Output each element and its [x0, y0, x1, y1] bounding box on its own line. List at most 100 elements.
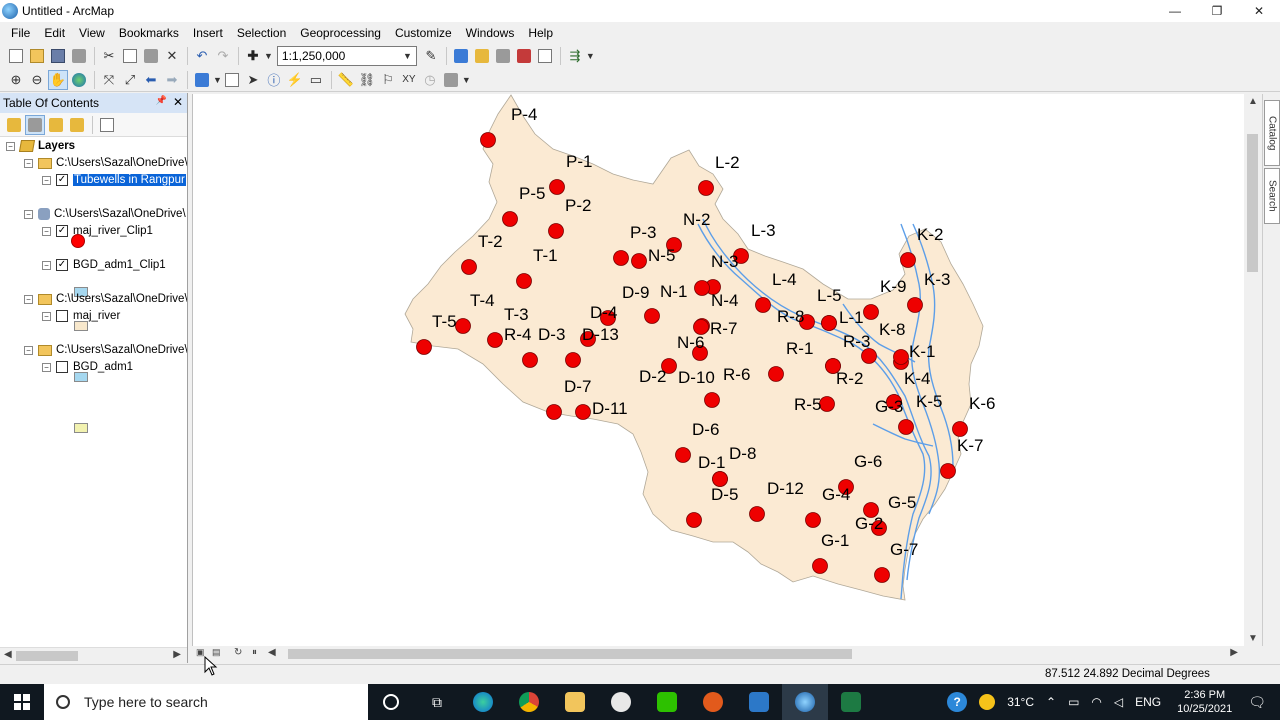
time-slider-button[interactable]: ◷ [420, 70, 440, 90]
help-icon[interactable]: ? [947, 692, 968, 712]
edge-app[interactable] [460, 684, 506, 720]
zoom-out-button[interactable]: ⊖ [27, 70, 47, 90]
tubewell-point-marker[interactable] [549, 179, 565, 195]
toc-source-row[interactable]: − C:\Users\Sazal\OneDrive\ [24, 155, 187, 171]
tubewell-point-marker[interactable] [613, 250, 629, 266]
collapse-icon[interactable]: − [42, 226, 51, 236]
tubewell-point-marker[interactable] [893, 349, 909, 365]
map-canvas[interactable]: P-4 P-1 P-5 P-2 L-2 N-2 L-3 P-3 N-5 N-3 T-2 T-1 K-2 K… [193, 94, 1244, 646]
scroll-down-icon[interactable]: ▼ [1248, 633, 1258, 644]
toc-horizontal-scrollbar[interactable]: ◀ ▶ [0, 647, 187, 663]
toc-close-button[interactable]: ✕ [173, 95, 183, 109]
menu-windows[interactable]: Windows [459, 22, 522, 44]
toc-window-button[interactable] [451, 46, 471, 66]
arcmap-taskbar-app[interactable] [782, 684, 828, 720]
cortana-button[interactable] [368, 684, 414, 720]
select-features-button[interactable] [192, 70, 212, 90]
taskbar-clock[interactable]: 2:36 PM 10/25/2021 [1177, 688, 1232, 716]
copy-button[interactable] [120, 46, 140, 66]
photos-app[interactable] [736, 684, 782, 720]
tubewell-point-marker[interactable] [455, 318, 471, 334]
layer-visibility-checkbox[interactable]: ✓ [56, 259, 68, 271]
pin-icon[interactable]: 📌 [156, 95, 167, 109]
scroll-right-icon[interactable]: ▶ [1230, 647, 1238, 658]
tubewell-point-marker[interactable] [522, 352, 538, 368]
tubewell-point-marker[interactable] [644, 308, 660, 324]
next-extent-button[interactable]: ➡ [162, 70, 182, 90]
weather-icon[interactable] [979, 694, 996, 710]
toc-source-row[interactable]: − C:\Users\Sazal\OneDrive\ [24, 342, 187, 358]
tubewell-point-marker[interactable] [863, 304, 879, 320]
identify-button[interactable]: ⓘ [264, 70, 284, 90]
go-to-xy-button[interactable]: XY [399, 70, 419, 90]
tubewell-point-marker[interactable] [487, 332, 503, 348]
collapse-icon[interactable]: − [24, 158, 33, 168]
tubewell-point-marker[interactable] [805, 512, 821, 528]
notifications-icon[interactable]: 🗨 [1248, 694, 1266, 711]
menu-view[interactable]: View [72, 22, 112, 44]
pdf-app[interactable] [690, 684, 736, 720]
tubewell-point-marker[interactable] [516, 273, 532, 289]
tubewell-point-marker[interactable] [952, 421, 968, 437]
previous-extent-button[interactable]: ⬅ [141, 70, 161, 90]
battery-icon[interactable]: ▭ [1068, 695, 1079, 709]
collapse-icon[interactable]: − [42, 311, 51, 321]
tubewell-point-marker[interactable] [461, 259, 477, 275]
menu-bookmarks[interactable]: Bookmarks [112, 22, 186, 44]
minimize-button[interactable]: — [1154, 0, 1196, 22]
start-button[interactable] [0, 684, 44, 720]
excel-app[interactable] [828, 684, 874, 720]
tubewell-point-marker[interactable] [416, 339, 432, 355]
scroll-right-icon[interactable]: ▶ [173, 649, 181, 660]
pause-icon[interactable]: ⏸ [252, 647, 257, 658]
chevron-down-icon[interactable]: ▼ [264, 51, 273, 61]
undo-button[interactable]: ↶ [192, 46, 212, 66]
tubewell-point-marker[interactable] [874, 567, 890, 583]
toc-options-button[interactable] [97, 115, 117, 135]
fixed-zoom-out-button[interactable]: ⤢ [120, 70, 140, 90]
close-button[interactable]: ✕ [1238, 0, 1280, 22]
collapse-icon[interactable]: − [24, 209, 33, 219]
menu-help[interactable]: Help [521, 22, 560, 44]
wifi-icon[interactable]: ◠ [1091, 695, 1101, 709]
scroll-up-icon[interactable]: ▲ [1248, 96, 1258, 107]
hyperlink-button[interactable]: ⚡ [285, 70, 305, 90]
tubewell-point-marker[interactable] [675, 447, 691, 463]
collapse-icon[interactable]: − [24, 345, 33, 355]
search-dock-tab[interactable]: Search [1264, 168, 1280, 224]
toc-layer-row-bgd-adm1[interactable]: − BGD_adm1 [42, 359, 133, 375]
tubewell-point-marker[interactable] [704, 392, 720, 408]
chevron-down-icon[interactable]: ▼ [462, 75, 471, 85]
volume-icon[interactable]: ◁ [1114, 695, 1123, 709]
collapse-icon[interactable]: − [42, 362, 51, 372]
tubewell-point-marker[interactable] [940, 463, 956, 479]
collapse-icon[interactable]: − [42, 260, 51, 270]
language-indicator[interactable]: ENG [1135, 695, 1161, 709]
file-explorer-app[interactable] [552, 684, 598, 720]
collapse-icon[interactable]: − [6, 141, 15, 151]
tubewell-point-marker[interactable] [819, 396, 835, 412]
menu-geoprocessing[interactable]: Geoprocessing [293, 22, 388, 44]
modelbuilder-button[interactable]: ⇶ [565, 46, 585, 66]
scroll-left-icon[interactable]: ◀ [4, 649, 12, 660]
tubewell-point-marker[interactable] [546, 404, 562, 420]
add-data-button[interactable]: ✚ [243, 46, 263, 66]
map-view[interactable]: P-4 P-1 P-5 P-2 L-2 N-2 L-3 P-3 N-5 N-3 T-2 T-1 K-2 K… [192, 94, 1244, 646]
save-button[interactable] [48, 46, 68, 66]
tubewell-point-marker[interactable] [575, 404, 591, 420]
toc-layer-row-maj-river[interactable]: − maj_river [42, 308, 120, 324]
zoom-in-button[interactable]: ⊕ [6, 70, 26, 90]
polygon-symbol[interactable] [74, 423, 88, 433]
layer-visibility-checkbox[interactable] [56, 310, 68, 322]
toc-layer-row-bgd-adm1-clip[interactable]: − ✓ BGD_adm1_Clip1 [42, 257, 166, 273]
scrollbar-thumb[interactable] [288, 649, 852, 659]
toc-layer-row-maj-river-clip[interactable]: − ✓ maj_river_Clip1 [42, 223, 153, 239]
layers-root-row[interactable]: − Layers [6, 138, 75, 154]
task-view-button[interactable]: ⧉ [414, 684, 460, 720]
toc-source-row[interactable]: − C:\Users\Sazal\OneDrive\ [24, 206, 186, 222]
toc-source-row[interactable]: − C:\Users\Sazal\OneDrive\ [24, 291, 187, 307]
list-by-source-button[interactable] [25, 114, 45, 135]
tubewell-point-marker[interactable] [907, 297, 923, 313]
search-window-button[interactable] [493, 46, 513, 66]
wechat-app[interactable] [644, 684, 690, 720]
